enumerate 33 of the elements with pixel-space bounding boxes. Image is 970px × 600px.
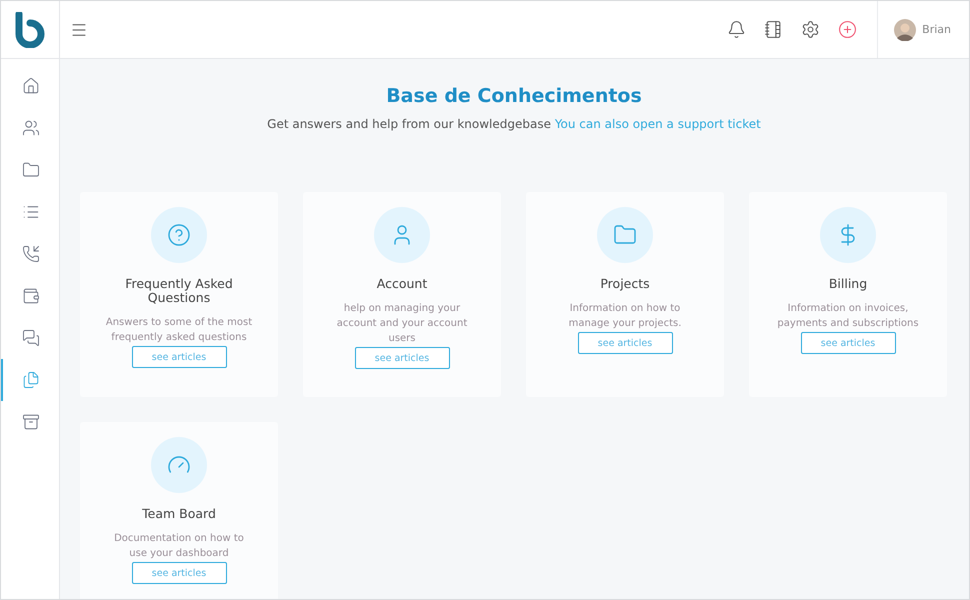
add-circle-icon[interactable] <box>838 20 858 39</box>
card-title: Billing <box>828 277 868 291</box>
see-articles-button[interactable]: see articles <box>578 332 672 354</box>
phone-icon <box>22 245 40 263</box>
logo-icon <box>14 12 46 48</box>
card-description: Documentation on how to use your dashboard <box>113 532 245 561</box>
home-icon <box>22 77 40 95</box>
see-articles-button[interactable]: see articles <box>132 562 226 584</box>
card-title: Frequently Asked Questions <box>124 277 234 305</box>
see-articles-button[interactable]: see articles <box>132 346 226 368</box>
folder-icon <box>22 161 40 179</box>
files-icon <box>22 371 40 389</box>
avatar-icon <box>894 18 916 40</box>
page-subtitle: Get answers and help from our knowledgebase You can also open a support ticket <box>267 117 761 131</box>
page-title: Base de Conhecimentos <box>386 85 642 107</box>
see-articles-button[interactable]: see articles <box>354 347 450 369</box>
card-title: Team Board <box>142 507 216 521</box>
card-title: Projects <box>600 277 650 291</box>
card-title: Account <box>376 277 428 291</box>
card-description: Answers to some of the most frequently asked questions <box>104 316 254 345</box>
support-ticket-link[interactable]: You can also open a support ticket <box>554 117 761 131</box>
notification-bell-icon[interactable] <box>727 20 746 39</box>
wallet-icon <box>22 287 40 305</box>
chat-icon <box>22 329 40 347</box>
archive-icon <box>22 413 40 431</box>
see-articles-button[interactable]: see articles <box>800 332 896 354</box>
notebook-icon[interactable] <box>764 20 784 39</box>
contacts-icon <box>22 119 40 137</box>
card-description: Information on how to manage your projects. <box>568 302 682 331</box>
card-description: help on managing your account and your account users <box>336 302 468 346</box>
card-description: Information on invoices, payments and subscriptions <box>776 302 920 331</box>
settings-icon[interactable] <box>801 20 820 39</box>
question-icon <box>167 223 191 247</box>
